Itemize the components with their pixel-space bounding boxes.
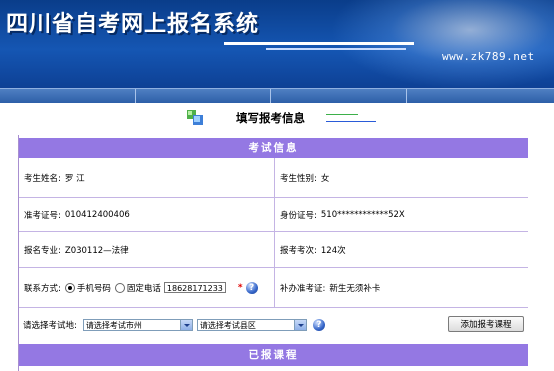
count-value: 124次 <box>320 245 346 256</box>
phone-input[interactable]: 18628171233 <box>163 282 226 293</box>
landline-radio-label: 固定电话 <box>126 283 161 294</box>
section-header-exam: 考试信息 <box>19 138 528 158</box>
county-select-value: 请选择考试县区 <box>199 321 256 330</box>
page-title: 填写报考信息 <box>236 111 305 125</box>
banner-divider <box>224 42 414 45</box>
ticket-cell: 准考证号: 010412400406 <box>19 198 275 231</box>
gender-value: 女 <box>320 173 330 184</box>
form-row: 准考证号: 010412400406 身份证号: 510************… <box>19 198 528 232</box>
chevron-down-icon[interactable] <box>179 320 192 330</box>
reissue-cell: 补办准考证: 新生无须补卡 <box>275 268 528 307</box>
major-label: 报名专业: <box>24 245 61 256</box>
gender-cell: 考生性别: 女 <box>275 158 528 197</box>
id-value: 510************52X <box>320 209 405 220</box>
form-row: 报名专业: Z030112—法律 报考考次: 124次 <box>19 232 528 268</box>
gender-label: 考生性别: <box>280 173 317 184</box>
name-value: 罗 江 <box>64 173 85 184</box>
help-icon[interactable]: ? <box>245 281 258 294</box>
mobile-radio[interactable] <box>64 282 75 293</box>
add-course-button[interactable]: 添加报考课程 <box>448 316 524 332</box>
form-row: 联系方式: 手机号码 固定电话 18628171233 * ? 补办准考证: 新… <box>19 268 528 308</box>
page-heading: 填写报考信息 <box>0 104 554 132</box>
major-value: Z030112—法律 <box>64 245 129 256</box>
chevron-down-icon[interactable] <box>293 320 306 330</box>
mobile-radio-label: 手机号码 <box>76 283 111 294</box>
major-cell: 报名专业: Z030112—法律 <box>19 232 275 267</box>
nav-segment[interactable] <box>271 89 407 103</box>
city-select-value: 请选择考试市州 <box>85 321 142 330</box>
name-cell: 考生姓名: 罗 江 <box>19 158 275 197</box>
help-icon[interactable]: ? <box>312 319 325 331</box>
name-label: 考生姓名: <box>24 173 61 184</box>
form-row: 考生姓名: 罗 江 考生性别: 女 <box>19 158 528 198</box>
count-label: 报考考次: <box>280 245 317 256</box>
title-underline <box>326 114 358 115</box>
nav-bar <box>0 88 554 103</box>
nav-segment[interactable] <box>136 89 271 103</box>
ticket-value: 010412400406 <box>64 209 130 220</box>
contact-cell: 联系方式: 手机号码 固定电话 18628171233 * ? <box>19 268 275 307</box>
landline-radio[interactable] <box>114 282 125 293</box>
id-cell: 身份证号: 510************52X <box>275 198 528 231</box>
site-url: www.zk789.net <box>442 50 535 63</box>
reissue-value: 新生无须补卡 <box>329 283 381 294</box>
ticket-label: 准考证号: <box>24 210 61 221</box>
banner-glow <box>330 0 554 90</box>
site-banner: 四川省自考网上报名系统 www.zk789.net <box>0 0 554 90</box>
location-label: 请选择考试地: <box>23 321 77 331</box>
nav-segment[interactable] <box>0 89 136 103</box>
section-header-courses: 已报课程 <box>19 344 528 366</box>
nav-segment[interactable] <box>407 89 554 103</box>
county-select[interactable]: 请选择考试县区 <box>196 319 307 331</box>
contact-label: 联系方式: <box>24 283 61 294</box>
scrollbar-track[interactable] <box>546 135 554 371</box>
form-icon <box>186 108 204 126</box>
title-underline <box>326 121 376 122</box>
reissue-label: 补办准考证: <box>280 283 326 294</box>
city-select[interactable]: 请选择考试市州 <box>82 319 193 331</box>
banner-divider <box>266 48 406 50</box>
id-label: 身份证号: <box>280 210 317 221</box>
required-mark: * <box>237 282 243 293</box>
count-cell: 报考考次: 124次 <box>275 232 528 267</box>
site-title: 四川省自考网上报名系统 <box>6 12 260 37</box>
